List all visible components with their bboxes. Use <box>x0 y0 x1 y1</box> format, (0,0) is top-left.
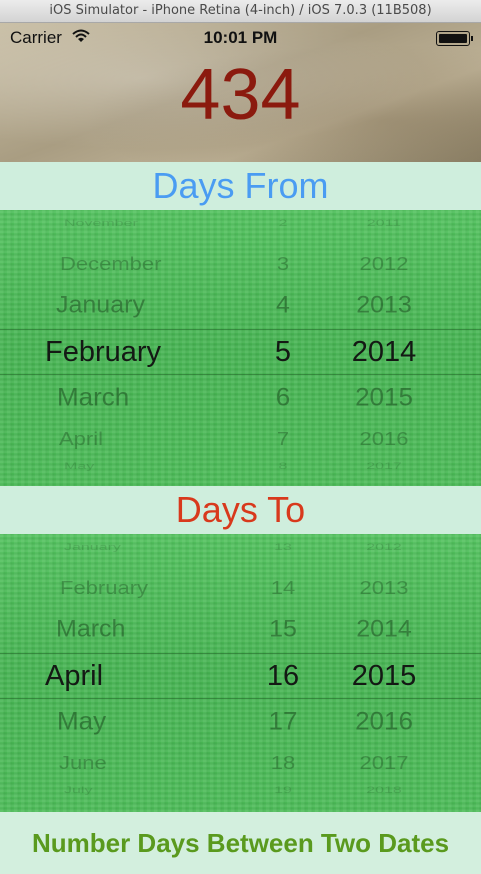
status-time: 10:01 PM <box>203 28 278 47</box>
days-from-label: Days From <box>0 162 481 210</box>
days-to-picker[interactable]: January 13 2012 February 14 2013 March 15 2014 Ap… <box>0 534 481 812</box>
days-to-label: Days To <box>0 486 481 534</box>
battery-icon <box>436 31 473 46</box>
picker-year-cell[interactable]: 2016 <box>324 428 444 450</box>
picker-year-cell[interactable]: 2018 <box>324 786 444 797</box>
picker-year-cell[interactable]: 2012 <box>324 253 444 275</box>
picker-month-cell[interactable]: June <box>59 752 107 774</box>
picker-year-cell[interactable]: 2014 <box>324 335 444 370</box>
picker-month-cell[interactable]: February <box>60 577 148 599</box>
picker-month-cell[interactable]: November <box>64 219 138 230</box>
picker-year-cell[interactable]: 2011 <box>324 219 444 230</box>
picker-year-cell[interactable]: 2016 <box>324 707 444 737</box>
picker-year-cell[interactable]: 2015 <box>324 383 444 413</box>
app-footer-title: Number Days Between Two Dates <box>0 812 481 874</box>
header-panel: Carrier 10:01 PM 434 <box>0 23 481 162</box>
picker-month-cell[interactable]: March <box>56 615 125 644</box>
picker-month-cell[interactable]: May <box>57 707 106 737</box>
picker-year-cell[interactable]: 2017 <box>324 752 444 774</box>
picker-month-cell[interactable]: January <box>56 291 145 320</box>
picker-month-cell[interactable]: April <box>59 428 103 450</box>
days-from-picker[interactable]: November 2 2011 December 3 2012 January 4 2013 Fe… <box>0 210 481 488</box>
picker-year-cell[interactable]: 2017 <box>324 462 444 473</box>
picker-month-cell[interactable]: January <box>64 543 121 554</box>
days-result: 434 <box>180 55 301 135</box>
picker-month-cell[interactable]: April <box>45 659 103 694</box>
picker-year-cell[interactable]: 2013 <box>324 577 444 599</box>
picker-year-cell[interactable]: 2014 <box>324 615 444 644</box>
picker-month-cell[interactable]: May <box>64 462 94 473</box>
picker-year-cell[interactable]: 2015 <box>324 659 444 694</box>
picker-month-cell[interactable]: December <box>60 253 161 275</box>
picker-month-cell[interactable]: February <box>45 335 161 370</box>
window-title: iOS Simulator - iPhone Retina (4-inch) /… <box>0 0 481 23</box>
picker-month-cell[interactable]: March <box>57 383 129 413</box>
picker-month-cell[interactable]: July <box>64 786 92 797</box>
status-bar: Carrier 10:01 PM <box>0 23 481 53</box>
picker-year-cell[interactable]: 2012 <box>324 543 444 554</box>
picker-year-cell[interactable]: 2013 <box>324 291 444 320</box>
